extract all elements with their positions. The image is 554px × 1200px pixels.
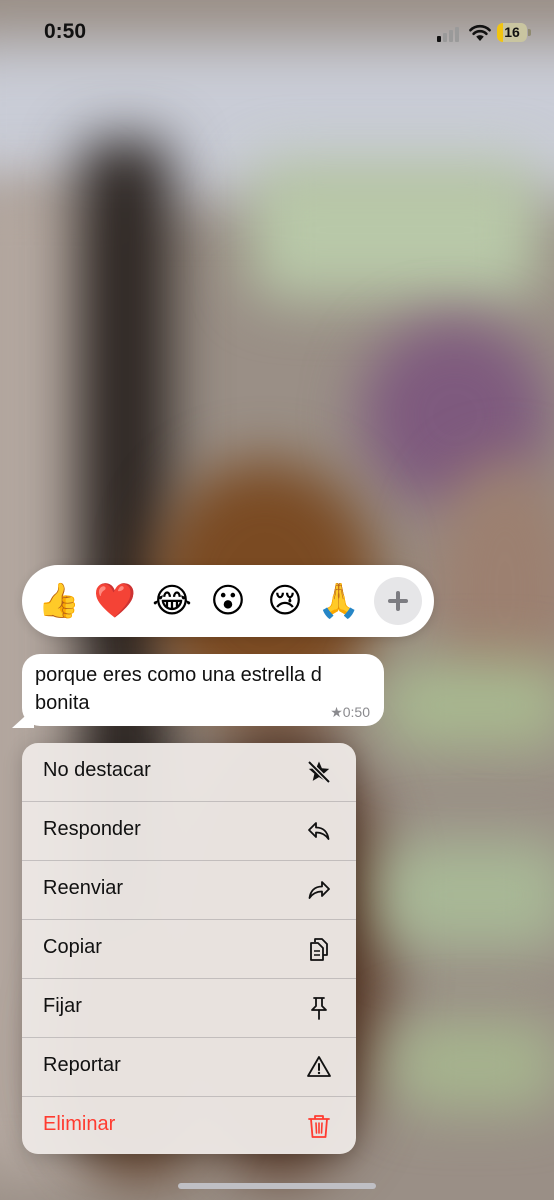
menu-item-label: Copiar	[43, 936, 102, 958]
wifi-icon	[469, 25, 491, 41]
reaction-surprised[interactable]: 😮	[206, 579, 250, 623]
message-bubble[interactable]: porque eres como una estrella d bonita ★…	[22, 654, 384, 726]
battery-level: 16	[504, 24, 520, 40]
message-text-line-2: bonita	[35, 692, 90, 714]
menu-item-label: Responder	[43, 818, 141, 840]
menu-item-report[interactable]: Reportar	[22, 1038, 356, 1097]
battery-icon: 16	[497, 23, 527, 42]
menu-item-label: Fijar	[43, 995, 82, 1017]
warning-icon	[307, 1056, 331, 1077]
message-context-menu: No destacar Responder Reenviar Copiar Fi…	[22, 743, 356, 1154]
menu-item-label: Reenviar	[43, 877, 124, 899]
menu-item-reply[interactable]: Responder	[22, 802, 356, 861]
reply-icon	[308, 822, 330, 840]
message-starred-timestamp: ★0:50	[330, 704, 370, 720]
home-indicator[interactable]	[178, 1183, 376, 1189]
menu-item-forward[interactable]: Reenviar	[22, 861, 356, 920]
message-text-line-1: porque eres como una estrella d	[35, 664, 322, 686]
trash-icon	[308, 1115, 330, 1138]
cellular-signal-icon	[437, 26, 463, 42]
menu-item-label: No destacar	[43, 759, 151, 781]
reaction-thumbs-up[interactable]: 👍	[37, 579, 81, 623]
forward-icon	[308, 881, 330, 899]
more-reactions-button[interactable]	[374, 577, 422, 625]
reaction-laughing[interactable]: 😂	[150, 579, 194, 623]
menu-item-label: Eliminar	[43, 1113, 116, 1135]
pin-icon	[311, 997, 327, 1020]
unstar-icon	[307, 760, 331, 784]
reaction-bar: 👍 ❤️ 😂 😮 😢 🙏	[22, 565, 434, 637]
status-bar-time: 0:50	[44, 20, 87, 43]
menu-item-label: Reportar	[43, 1054, 121, 1076]
menu-item-unstar[interactable]: No destacar	[22, 743, 356, 802]
menu-item-delete[interactable]: Eliminar	[22, 1097, 356, 1154]
reaction-praying-hands[interactable]: 🙏	[317, 579, 361, 623]
battery-tip	[528, 29, 531, 36]
reaction-heart[interactable]: ❤️	[93, 579, 137, 623]
copy-icon	[310, 938, 328, 961]
menu-item-pin[interactable]: Fijar	[22, 979, 356, 1038]
menu-item-copy[interactable]: Copiar	[22, 920, 356, 979]
reaction-crying[interactable]: 😢	[263, 579, 307, 623]
